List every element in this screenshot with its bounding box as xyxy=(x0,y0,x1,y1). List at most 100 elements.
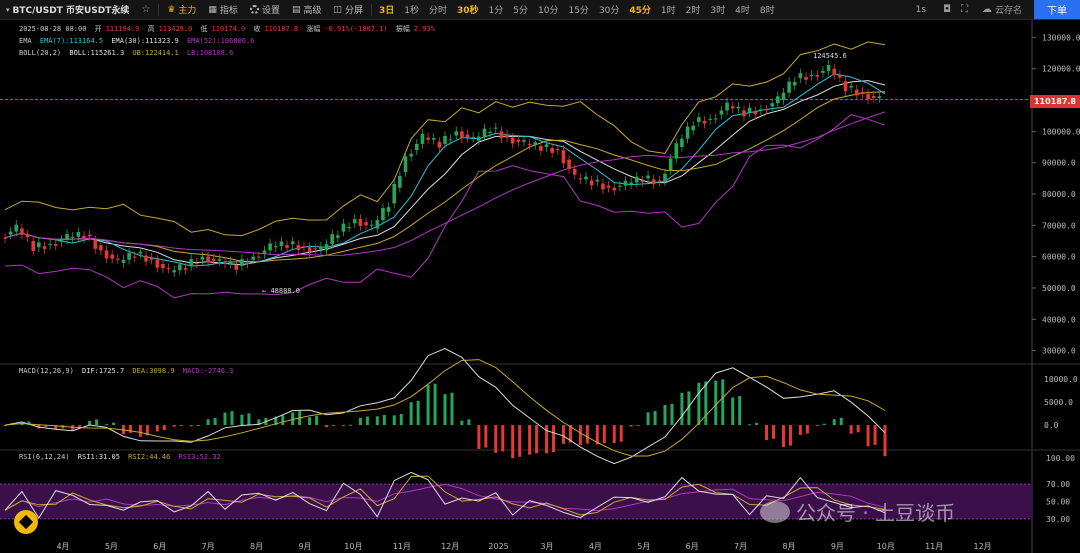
candle-body xyxy=(420,133,425,144)
ema7-value: EMA(7):113164.5 xyxy=(39,37,104,45)
y-tick-label: 120000.0 xyxy=(1042,65,1080,74)
y-tick-label: 50000.0 xyxy=(1042,284,1076,293)
macd-histogram-bar xyxy=(467,419,471,426)
candle-body xyxy=(448,139,453,141)
advanced-button[interactable]: ▤ 高级 xyxy=(286,0,328,19)
x-tick-label: 5月 xyxy=(105,542,118,551)
candle-body xyxy=(403,156,408,173)
timeframe-option[interactable]: 45分 xyxy=(624,3,656,16)
boll-info: BOLL(20,2) BOLL:115261.3 UB:122414.1 LB:… xyxy=(19,49,237,57)
candle-body xyxy=(409,153,413,157)
candle-body xyxy=(759,109,763,111)
main-indicator-button[interactable]: ♛ 主力 xyxy=(161,0,202,19)
candle-body xyxy=(516,139,521,142)
timeframe-option[interactable]: 1时 xyxy=(656,3,681,16)
high-price-marker: 124545.6 xyxy=(813,52,851,60)
candle-body xyxy=(685,126,690,139)
timeframe-option[interactable]: 10分 xyxy=(533,3,563,16)
candle-body xyxy=(166,268,171,270)
macd-histogram-bar xyxy=(494,425,498,453)
camera-icon[interactable]: ◘ xyxy=(943,4,951,15)
macd-histogram-bar xyxy=(230,411,234,426)
rsi3-value: RSI3:52.32 xyxy=(178,453,221,461)
indicators-button[interactable]: ▦ 指标 xyxy=(202,0,244,19)
x-tick-label: 5月 xyxy=(637,542,650,551)
candle-body xyxy=(42,246,47,249)
candle-body xyxy=(651,179,656,185)
macd-histogram-bar xyxy=(365,416,369,426)
change-label: 涨幅 xyxy=(306,25,321,33)
favorite-button[interactable]: ☆ xyxy=(135,0,156,19)
divider xyxy=(158,3,160,16)
dif-value: DIF:1725.7 xyxy=(82,367,125,375)
advanced-label: 高级 xyxy=(303,6,322,16)
macd-histogram-bar xyxy=(602,425,606,444)
price-chart[interactable]: 130000.0120000.0110000.0100000.090000.08… xyxy=(0,20,1080,553)
dea-value: DEA:3098.9 xyxy=(132,367,175,375)
candle-body xyxy=(189,259,193,267)
order-button[interactable]: 下单 xyxy=(1034,0,1080,19)
timeframe-option[interactable]: 5分 xyxy=(508,3,533,16)
macd-y-tick-label: 5000.0 xyxy=(1044,398,1073,407)
macd-histogram-bar xyxy=(484,425,488,448)
macd-histogram-bar xyxy=(450,392,454,426)
x-tick-label: 9月 xyxy=(831,542,844,551)
candle-body xyxy=(488,131,492,133)
amplitude-label: 振幅 xyxy=(395,25,410,33)
y-tick-label: 40000.0 xyxy=(1042,315,1076,324)
candle-body xyxy=(116,258,120,260)
timeframe-option[interactable]: 3时 xyxy=(705,3,730,16)
candle-body xyxy=(149,257,154,260)
macd-histogram-bar xyxy=(578,425,582,445)
candle-body xyxy=(634,176,639,183)
macd-histogram-bar xyxy=(636,425,640,427)
logo-diamond xyxy=(18,514,34,530)
candle-body xyxy=(262,250,267,254)
macd-panel xyxy=(3,348,887,465)
macd-histogram-bar xyxy=(883,425,887,457)
macd-histogram-bar xyxy=(646,412,650,426)
settings-button[interactable]: 设置 xyxy=(244,0,286,19)
candle-body xyxy=(324,244,329,251)
candle-body xyxy=(522,140,526,142)
timeframe-option[interactable]: 3日 xyxy=(374,3,399,16)
timeframe-option[interactable]: 8时 xyxy=(755,3,780,16)
candle-body xyxy=(691,125,696,131)
tick-interval[interactable]: 1s xyxy=(911,5,931,15)
timeframe-option[interactable]: 2时 xyxy=(681,3,706,16)
candle-body xyxy=(815,74,820,77)
macd-histogram-bar xyxy=(315,415,319,426)
candle-body xyxy=(578,178,583,180)
macd-histogram-bar xyxy=(535,425,539,454)
candle-body xyxy=(674,143,679,159)
candle-body xyxy=(556,149,560,151)
macd-histogram-bar xyxy=(663,405,667,426)
close-label: 收 xyxy=(253,25,261,33)
high-value: 113429.0 xyxy=(158,25,193,33)
candle-body xyxy=(398,175,402,188)
macd-histogram-bar xyxy=(392,415,396,426)
fullscreen-icon[interactable]: ⛶ xyxy=(961,4,968,15)
boll-mid-value: BOLL:115261.3 xyxy=(69,49,125,57)
timeframe-option[interactable]: 1分 xyxy=(484,3,509,16)
timeframe-option[interactable]: 4时 xyxy=(730,3,755,16)
macd-histogram-bar xyxy=(765,425,769,441)
timeframe-option[interactable]: 30秒 xyxy=(452,3,484,16)
candle-body xyxy=(533,142,538,145)
symbol-selector[interactable]: ▾ BTC/USDT 币安USDT永续 xyxy=(0,0,135,19)
timeframe-option[interactable]: 15分 xyxy=(563,3,593,16)
cloud-save-label[interactable]: 云存名 xyxy=(995,3,1022,16)
candle-body xyxy=(809,74,814,77)
candle-body xyxy=(155,259,160,268)
timeframe-option[interactable]: 30分 xyxy=(594,3,624,16)
indicators-label: 指标 xyxy=(219,6,238,16)
timeframe-option[interactable]: 1秒 xyxy=(399,3,424,16)
split-screen-button[interactable]: ◫ 分屏 xyxy=(327,0,369,19)
cloud-icon[interactable]: ☁ xyxy=(982,4,992,15)
macd-histogram-bar xyxy=(552,425,556,453)
timeframe-option[interactable]: 分时 xyxy=(424,3,452,16)
candle-body xyxy=(550,148,554,153)
gear-icon xyxy=(249,5,259,14)
candle-body xyxy=(352,219,357,224)
candle-body xyxy=(217,259,222,261)
